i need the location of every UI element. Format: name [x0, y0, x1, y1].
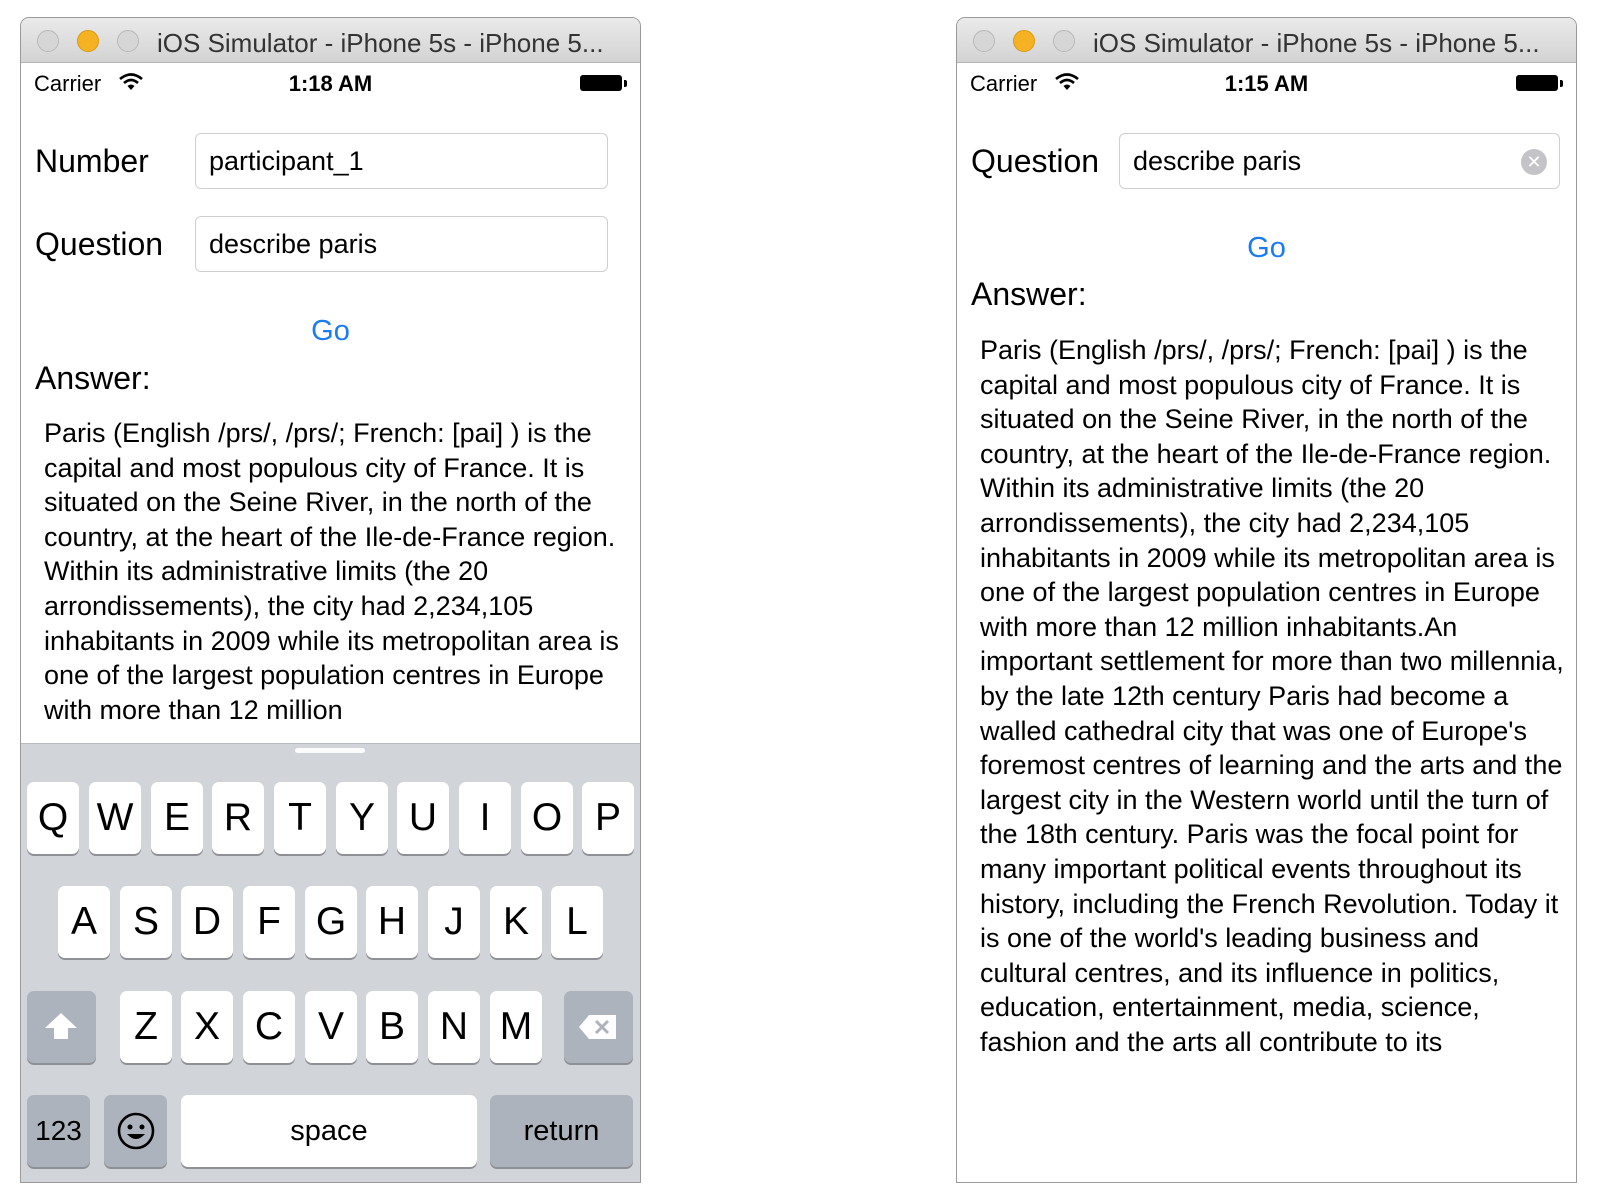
key-i[interactable]: I: [459, 782, 511, 854]
backspace-icon: [579, 1015, 616, 1039]
battery-icon: [580, 75, 627, 91]
key-q[interactable]: Q: [27, 782, 79, 854]
emoji-icon: [117, 1112, 155, 1150]
key-e[interactable]: E: [151, 782, 203, 854]
key-h[interactable]: H: [366, 886, 418, 958]
key-p[interactable]: P: [582, 782, 634, 854]
emoji-key[interactable]: [104, 1095, 167, 1167]
number-field[interactable]: participant_1: [195, 133, 608, 189]
key-s[interactable]: S: [120, 886, 172, 958]
key-a[interactable]: A: [58, 886, 110, 958]
minimize-window-button[interactable]: [77, 30, 99, 52]
close-window-button[interactable]: [973, 30, 995, 52]
simulator-window-right: iOS Simulator - iPhone 5s - iPhone 5... …: [956, 17, 1577, 1183]
window-titlebar[interactable]: iOS Simulator - iPhone 5s - iPhone 5...: [21, 18, 640, 63]
simulator-window-left: iOS Simulator - iPhone 5s - iPhone 5... …: [20, 17, 641, 1183]
status-time: 1:18 AM: [288, 71, 373, 96]
delete-key[interactable]: [564, 991, 633, 1063]
question-label: Question: [971, 143, 1100, 179]
keyboard: Q W E R T Y U I O P A S D F G H J K L Z: [21, 743, 640, 1182]
question-field[interactable]: describe paris: [195, 216, 608, 272]
shift-key[interactable]: [27, 991, 96, 1063]
question-field-value: describe paris: [1133, 146, 1302, 176]
status-time: 1:15 AM: [1224, 71, 1309, 96]
shift-icon: [45, 1013, 77, 1039]
key-j[interactable]: J: [428, 886, 480, 958]
answer-text[interactable]: Paris (English /prs/, /prs/; French: [pa…: [44, 416, 629, 743]
window-title: iOS Simulator - iPhone 5s - iPhone 5...: [157, 28, 604, 58]
key-k[interactable]: K: [490, 886, 542, 958]
zoom-window-button[interactable]: [1053, 30, 1075, 52]
clear-text-icon[interactable]: ✕: [1521, 149, 1547, 175]
key-b[interactable]: B: [366, 991, 418, 1063]
answer-label: Answer:: [35, 360, 151, 396]
battery-icon: [1516, 75, 1563, 91]
keyboard-handle: [295, 748, 365, 753]
key-x[interactable]: X: [181, 991, 233, 1063]
key-l[interactable]: L: [551, 886, 603, 958]
key-t[interactable]: T: [274, 782, 326, 854]
key-c[interactable]: C: [243, 991, 295, 1063]
key-y[interactable]: Y: [336, 782, 388, 854]
status-bar: Carrier 1:15 AM: [957, 63, 1576, 103]
phone-screen: Carrier 1:15 AM Question describe paris …: [957, 63, 1576, 1182]
minimize-window-button[interactable]: [1013, 30, 1035, 52]
key-u[interactable]: U: [397, 782, 449, 854]
zoom-window-button[interactable]: [117, 30, 139, 52]
status-bar: Carrier 1:18 AM: [21, 63, 640, 103]
question-field[interactable]: describe paris ✕: [1119, 133, 1560, 189]
numbers-key[interactable]: 123: [27, 1095, 90, 1167]
key-n[interactable]: N: [428, 991, 480, 1063]
key-o[interactable]: O: [521, 782, 573, 854]
window-title: iOS Simulator - iPhone 5s - iPhone 5...: [1093, 28, 1540, 58]
go-button[interactable]: Go: [21, 315, 640, 348]
key-r[interactable]: R: [212, 782, 264, 854]
close-window-button[interactable]: [37, 30, 59, 52]
answer-label: Answer:: [971, 276, 1087, 312]
window-titlebar[interactable]: iOS Simulator - iPhone 5s - iPhone 5...: [957, 18, 1576, 63]
key-m[interactable]: M: [490, 991, 542, 1063]
key-g[interactable]: G: [305, 886, 357, 958]
key-z[interactable]: Z: [120, 991, 172, 1063]
return-key[interactable]: return: [490, 1095, 633, 1167]
key-v[interactable]: V: [305, 991, 357, 1063]
go-button[interactable]: Go: [957, 232, 1576, 265]
phone-screen: Carrier 1:18 AM Number participant_1 Que…: [21, 63, 640, 1182]
answer-text[interactable]: Paris (English /prs/, /prs/; French: [pa…: [980, 333, 1565, 1161]
number-label: Number: [35, 143, 149, 179]
key-f[interactable]: F: [243, 886, 295, 958]
key-d[interactable]: D: [181, 886, 233, 958]
key-w[interactable]: W: [89, 782, 141, 854]
question-label: Question: [35, 226, 164, 262]
space-key[interactable]: space: [181, 1095, 477, 1167]
